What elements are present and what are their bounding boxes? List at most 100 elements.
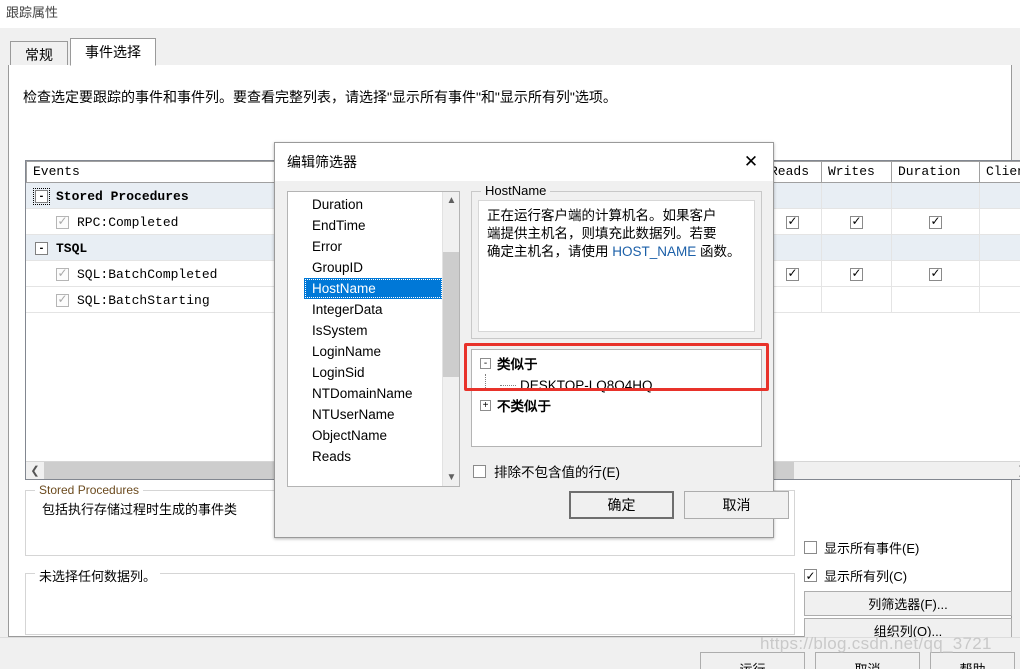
scroll-down-icon[interactable]: ▼ bbox=[443, 469, 459, 486]
cell-checkbox[interactable]: ✓ bbox=[892, 261, 980, 287]
expand-expander-icon[interactable]: + bbox=[480, 400, 491, 411]
scrollbar-track[interactable] bbox=[794, 462, 1013, 479]
scroll-left-icon[interactable]: ❮ bbox=[26, 462, 44, 479]
show-all-columns-option[interactable]: ✓ 显示所有列(C) bbox=[804, 566, 907, 585]
column-filters-button[interactable]: 列筛选器(F)... bbox=[804, 591, 1012, 616]
list-item[interactable]: GroupID bbox=[288, 257, 443, 278]
column-header-duration[interactable]: Duration bbox=[892, 161, 980, 183]
tab-general[interactable]: 常规 bbox=[10, 41, 68, 66]
criteria-like-value[interactable]: DESKTOP-LQ8O4HQ bbox=[520, 375, 653, 396]
cell-checkbox[interactable]: ✓ bbox=[822, 209, 892, 235]
list-item[interactable]: Error bbox=[288, 236, 443, 257]
description-line-1: 正在运行客户端的计算机名。如果客户 bbox=[487, 208, 717, 223]
tab-events-selection[interactable]: 事件选择 bbox=[70, 38, 156, 66]
criteria-notlike-label: 不类似于 bbox=[497, 399, 551, 414]
list-item-hostname-selected[interactable]: HostName bbox=[304, 278, 443, 299]
tree-line bbox=[500, 385, 516, 386]
cell[interactable] bbox=[980, 183, 1020, 209]
list-item[interactable]: Duration bbox=[288, 194, 443, 215]
list-item[interactable]: ObjectName bbox=[288, 425, 443, 446]
column-checkbox[interactable]: ✓ bbox=[850, 267, 863, 281]
collapse-expander-icon[interactable]: - bbox=[33, 187, 50, 205]
event-row-label-cell[interactable]: ✓ SQL:BatchCompleted bbox=[26, 261, 304, 287]
show-all-events-checkbox[interactable] bbox=[804, 541, 817, 554]
group-row-label-cell[interactable]: - Stored Procedures bbox=[26, 183, 304, 209]
run-button[interactable]: 运行 bbox=[700, 652, 805, 669]
group-name: Stored Procedures bbox=[56, 188, 189, 204]
close-icon[interactable]: ✕ bbox=[729, 143, 773, 181]
cell-checkbox[interactable]: ✓ bbox=[980, 261, 1020, 287]
tab-strip: 常规 事件选择 bbox=[8, 38, 1012, 66]
column-header-events[interactable]: Events bbox=[26, 161, 304, 183]
description-line-3a: 确定主机名，请使用 bbox=[487, 244, 613, 259]
list-item[interactable]: LoginSid bbox=[288, 362, 443, 383]
event-row-label-cell[interactable]: ✓ RPC:Completed bbox=[26, 209, 304, 235]
cell-checkbox[interactable]: ✓ bbox=[980, 209, 1020, 235]
exclude-rows-checkbox[interactable] bbox=[473, 464, 486, 478]
column-checkbox[interactable]: ✓ bbox=[850, 215, 863, 229]
cell[interactable] bbox=[822, 183, 892, 209]
show-all-events-label: 显示所有事件(E) bbox=[824, 541, 920, 556]
filter-list-scrollbar[interactable]: ▲ ▼ bbox=[442, 192, 459, 486]
column-checkbox[interactable]: ✓ bbox=[929, 215, 942, 229]
criteria-notlike-node[interactable]: + 不类似于 bbox=[472, 396, 761, 417]
show-all-events-option[interactable]: 显示所有事件(E) bbox=[804, 538, 919, 557]
cell[interactable] bbox=[892, 183, 980, 209]
column-checkbox[interactable]: ✓ bbox=[786, 267, 799, 281]
modal-cancel-button[interactable]: 取消 bbox=[684, 491, 789, 519]
exclude-rows-option[interactable]: 排除不包含值的行(E) bbox=[473, 461, 620, 481]
cancel-button[interactable]: 取消 bbox=[815, 652, 920, 669]
event-enabled-checkbox[interactable]: ✓ bbox=[56, 293, 69, 307]
list-item[interactable]: IntegerData bbox=[288, 299, 443, 320]
cell-checkbox[interactable] bbox=[892, 287, 980, 313]
cell-checkbox[interactable] bbox=[822, 287, 892, 313]
list-item[interactable]: LoginName bbox=[288, 341, 443, 362]
event-enabled-checkbox[interactable]: ✓ bbox=[56, 267, 69, 281]
column-description-legend: 未选择任何数据列。 bbox=[35, 566, 161, 585]
list-item[interactable]: NTUserName bbox=[288, 404, 443, 425]
criteria-like-node[interactable]: - 类似于 bbox=[472, 354, 761, 388]
filter-criteria-tree[interactable]: - 类似于 DESKTOP-LQ8O4HQ + 不类似于 bbox=[471, 349, 762, 447]
event-name: SQL:BatchCompleted bbox=[77, 266, 218, 282]
edit-filter-title: 编辑筛选器 bbox=[287, 154, 357, 170]
list-item[interactable]: IsSystem bbox=[288, 320, 443, 341]
scroll-right-icon[interactable]: ❯ bbox=[1013, 462, 1020, 479]
group-name: TSQL bbox=[56, 240, 88, 256]
event-name: SQL:BatchStarting bbox=[77, 292, 210, 308]
ok-button[interactable]: 确定 bbox=[569, 491, 674, 519]
help-button[interactable]: 帮助 bbox=[930, 652, 1015, 669]
window-title: 跟踪属性 bbox=[6, 5, 59, 20]
criteria-like-label: 类似于 bbox=[497, 357, 538, 372]
event-enabled-checkbox[interactable]: ✓ bbox=[56, 215, 69, 229]
cell-checkbox[interactable]: ✓ bbox=[892, 209, 980, 235]
event-description-text: 包括执行存储过程时生成的事件类 bbox=[42, 502, 238, 517]
dialog-footer: 运行 取消 帮助 bbox=[0, 637, 1020, 669]
cell-checkbox[interactable]: ✓ bbox=[980, 287, 1020, 313]
cell[interactable] bbox=[892, 235, 980, 261]
filter-description-groupbox: HostName 正在运行客户端的计算机名。如果客户 端提供主机名，则填充此数据… bbox=[471, 183, 762, 339]
collapse-expander-icon[interactable]: - bbox=[35, 241, 48, 255]
scrollbar-thumb[interactable] bbox=[443, 252, 459, 377]
column-checkbox[interactable]: ✓ bbox=[786, 215, 799, 229]
page-description: 检查选定要跟踪的事件和事件列。要查看完整列表，请选择"显示所有事件"和"显示所有… bbox=[23, 89, 617, 105]
column-header-writes[interactable]: Writes bbox=[822, 161, 892, 183]
event-description-legend: Stored Procedures bbox=[35, 483, 144, 497]
column-checkbox[interactable]: ✓ bbox=[929, 267, 942, 281]
event-row-label-cell[interactable]: ✓ SQL:BatchStarting bbox=[26, 287, 304, 313]
list-item[interactable]: EndTime bbox=[288, 215, 443, 236]
filter-column-list[interactable]: Duration EndTime Error GroupID HostName … bbox=[287, 191, 460, 487]
filter-column-list-items: Duration EndTime Error GroupID HostName … bbox=[288, 194, 443, 467]
criteria-like-value-row[interactable]: DESKTOP-LQ8O4HQ bbox=[472, 375, 761, 396]
show-all-columns-checkbox[interactable]: ✓ bbox=[804, 569, 817, 582]
collapse-expander-icon[interactable]: - bbox=[480, 358, 491, 369]
group-row-label-cell[interactable]: - TSQL bbox=[26, 235, 304, 261]
cell-checkbox[interactable]: ✓ bbox=[822, 261, 892, 287]
list-item[interactable]: Reads bbox=[288, 446, 443, 467]
column-header-clientprocessid[interactable]: ClientProcessID bbox=[980, 161, 1020, 183]
edit-filter-titlebar: 编辑筛选器 ✕ bbox=[275, 143, 773, 181]
show-all-columns-label: 显示所有列(C) bbox=[824, 569, 908, 584]
list-item[interactable]: NTDomainName bbox=[288, 383, 443, 404]
cell[interactable] bbox=[822, 235, 892, 261]
cell[interactable] bbox=[980, 235, 1020, 261]
scroll-up-icon[interactable]: ▲ bbox=[443, 192, 459, 209]
